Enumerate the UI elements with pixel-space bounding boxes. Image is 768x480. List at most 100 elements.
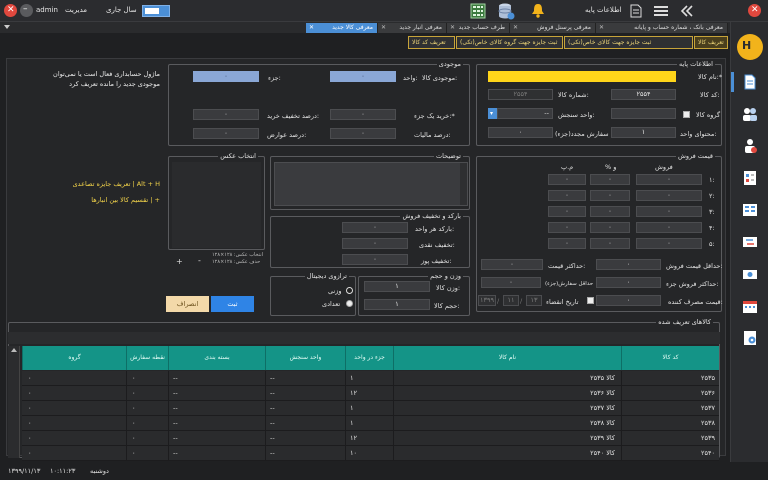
table-scrollbar[interactable] [8, 346, 20, 458]
expiry-year[interactable]: ۱۳۹۹ [478, 295, 496, 306]
unit-content-input[interactable]: ۱ [611, 127, 676, 138]
calculator-icon[interactable] [470, 3, 486, 19]
unit-dropdown-icon[interactable]: ▾ [488, 108, 497, 119]
subtab-product-gift[interactable]: ثبت جایزه جهت کالای خاص(تکی) [564, 36, 693, 49]
table-row[interactable]: ۲۵۳۷ کالا ۲۵۳۷ ۱ -- -- ۰ ۰ [22, 401, 719, 416]
tab-new-product[interactable]: ✕ معرفی کالا جدید [306, 23, 378, 33]
product-group-checkbox[interactable] [683, 111, 690, 118]
col-part[interactable]: جزء در واحد [345, 346, 393, 370]
volume-input[interactable]: ۱ [364, 299, 430, 310]
minimize-icon[interactable]: – [20, 4, 33, 17]
expiry-day[interactable]: ۱۳ [526, 295, 542, 306]
cancel-button[interactable]: انصراف [166, 296, 209, 312]
tab-new-account[interactable]: ✕ طرف حساب جدید [447, 23, 510, 33]
stock-unit-input[interactable]: ۰ [330, 71, 396, 82]
cell-unit: -- [270, 449, 275, 457]
product-code-input[interactable]: ۲۵۵۴ [611, 89, 676, 100]
buy-price-input[interactable]: ۰ [330, 109, 396, 120]
add-image-button[interactable]: + [176, 257, 183, 266]
col-name[interactable]: نام کالا [393, 346, 621, 370]
save-button[interactable]: ثبت [211, 296, 254, 312]
sidebar-settings-icon[interactable] [742, 330, 758, 346]
menu-icon[interactable] [654, 5, 668, 17]
stock-part-input[interactable]: ۰ [193, 71, 259, 82]
remove-image-button[interactable]: - [198, 256, 201, 265]
cash-discount-input[interactable]: ۰ [342, 238, 408, 249]
col-order[interactable]: نقطه سفارش [126, 346, 168, 370]
app-close-icon[interactable]: ✕ [748, 4, 761, 17]
weight-input[interactable]: ۱ [364, 281, 430, 292]
tax-input[interactable]: ۰ [330, 128, 396, 139]
subtab-group-gift[interactable]: ثبت جایزه جهت گروه کالای خاص(تکی) [456, 36, 563, 49]
table-row[interactable]: ۲۵۳۶ کالا ۲۵۳۶ ۱۲ -- -- ۰ ۰ [22, 386, 719, 401]
scale-count-radio[interactable] [346, 300, 353, 307]
col-pack[interactable]: بسته بندی [168, 346, 265, 370]
tab-dropdown-icon[interactable] [4, 25, 10, 29]
shortcut-gift[interactable]: تعریف جایزه تصاعدی | Alt + H [20, 180, 160, 188]
price-percent-input[interactable]: ۰ [590, 174, 630, 185]
double-chevron-icon[interactable] [680, 4, 694, 18]
bell-icon[interactable] [531, 3, 545, 18]
table-row[interactable]: ۲۵۳۹ کالا ۲۵۳۹ ۱۲ -- -- ۰ ۰ [22, 431, 719, 446]
fiscal-year-toggle[interactable] [142, 5, 170, 17]
price-sale-input[interactable]: ۰ [636, 174, 702, 185]
subtab-product-code[interactable]: تعریف کد کالا [408, 36, 455, 49]
product-number-input[interactable]: ۲۵۵۴ [488, 89, 553, 100]
database-icon[interactable] [497, 2, 515, 20]
price-sale-input[interactable]: ۰ [636, 206, 702, 217]
sidebar-report-icon[interactable] [742, 170, 758, 186]
cell-divider [126, 446, 127, 461]
price-sale-input[interactable]: ۰ [636, 238, 702, 249]
sidebar-users-icon[interactable] [742, 106, 758, 122]
table-row[interactable]: ۲۵۳۸ کالا ۲۵۳۸ ۱ -- -- ۰ ۰ [22, 416, 719, 431]
sidebar-calendar-icon[interactable] [742, 298, 758, 314]
buy-discount-input[interactable]: ۰ [193, 109, 259, 120]
shortcut-split[interactable]: تقسیم کالا بین انبارها | + [20, 196, 160, 204]
description-textarea[interactable] [274, 162, 468, 206]
unit-select[interactable]: -- [497, 108, 553, 119]
expiry-checkbox[interactable] [587, 297, 594, 304]
tab-sales-staff[interactable]: ✕ معرفی پرسنل فروش [510, 23, 596, 33]
tab-bank[interactable]: ✕ معرفی بانک ، شماره حساب و پایانه [596, 23, 728, 33]
sidebar-document-icon[interactable] [742, 74, 758, 90]
col-unit[interactable]: واحد سنجش [265, 346, 345, 370]
scale-weight-radio[interactable] [346, 287, 353, 294]
document-icon[interactable] [630, 4, 642, 18]
price-sale-input[interactable]: ۰ [636, 222, 702, 233]
sidebar-table-icon[interactable] [742, 202, 758, 218]
price-percent-input[interactable]: ۰ [590, 206, 630, 217]
barcode-input[interactable]: ۰ [342, 222, 408, 233]
product-image-box[interactable] [172, 162, 261, 248]
sidebar-person-icon[interactable] [742, 138, 758, 154]
price-cons-input[interactable]: ۰ [548, 238, 586, 249]
consumer-price-input[interactable]: ۰ [596, 295, 661, 306]
product-group-input[interactable] [611, 108, 676, 119]
price-cons-input[interactable]: ۰ [548, 222, 586, 233]
table-row[interactable]: ۲۵۴۰ کالا ۲۵۴۰ ۱۰ -- -- ۰ ۰ [22, 446, 719, 461]
col-code[interactable]: کد کالا [621, 346, 719, 370]
sidebar-transfer-icon[interactable] [742, 234, 758, 250]
pos-discount-input[interactable]: ۰ [342, 254, 408, 265]
min-order-input[interactable]: ۰ [481, 277, 541, 288]
max-price-input[interactable]: ۰ [481, 259, 543, 270]
price-percent-input[interactable]: ۰ [590, 222, 630, 233]
expiry-month[interactable]: ۱۱ [503, 295, 519, 306]
reorder-input[interactable]: ۰ [488, 127, 553, 138]
close-icon[interactable]: ✕ [4, 4, 17, 17]
price-percent-input[interactable]: ۰ [590, 190, 630, 201]
price-percent-input[interactable]: ۰ [590, 238, 630, 249]
product-name-input[interactable] [488, 71, 676, 82]
cell-pack: -- [173, 404, 178, 412]
duty-input[interactable]: ۰ [193, 128, 259, 139]
max-sale-input[interactable]: ۰ [596, 277, 661, 288]
min-price-input[interactable]: ۰ [596, 259, 661, 270]
subtab-define-product[interactable]: تعریف کالا [694, 36, 728, 49]
sidebar-cash-icon[interactable] [742, 266, 758, 282]
price-cons-input[interactable]: ۰ [548, 206, 586, 217]
price-sale-input[interactable]: ۰ [636, 190, 702, 201]
tab-new-warehouse[interactable]: ✕ معرفی انبار جدید [378, 23, 447, 33]
price-cons-input[interactable]: ۰ [548, 174, 586, 185]
col-group[interactable]: گروه [22, 346, 126, 370]
table-row[interactable]: ۲۵۳۵ کالا ۲۵۳۵ ۱ -- -- ۰ ۰ [22, 371, 719, 386]
price-cons-input[interactable]: ۰ [548, 190, 586, 201]
